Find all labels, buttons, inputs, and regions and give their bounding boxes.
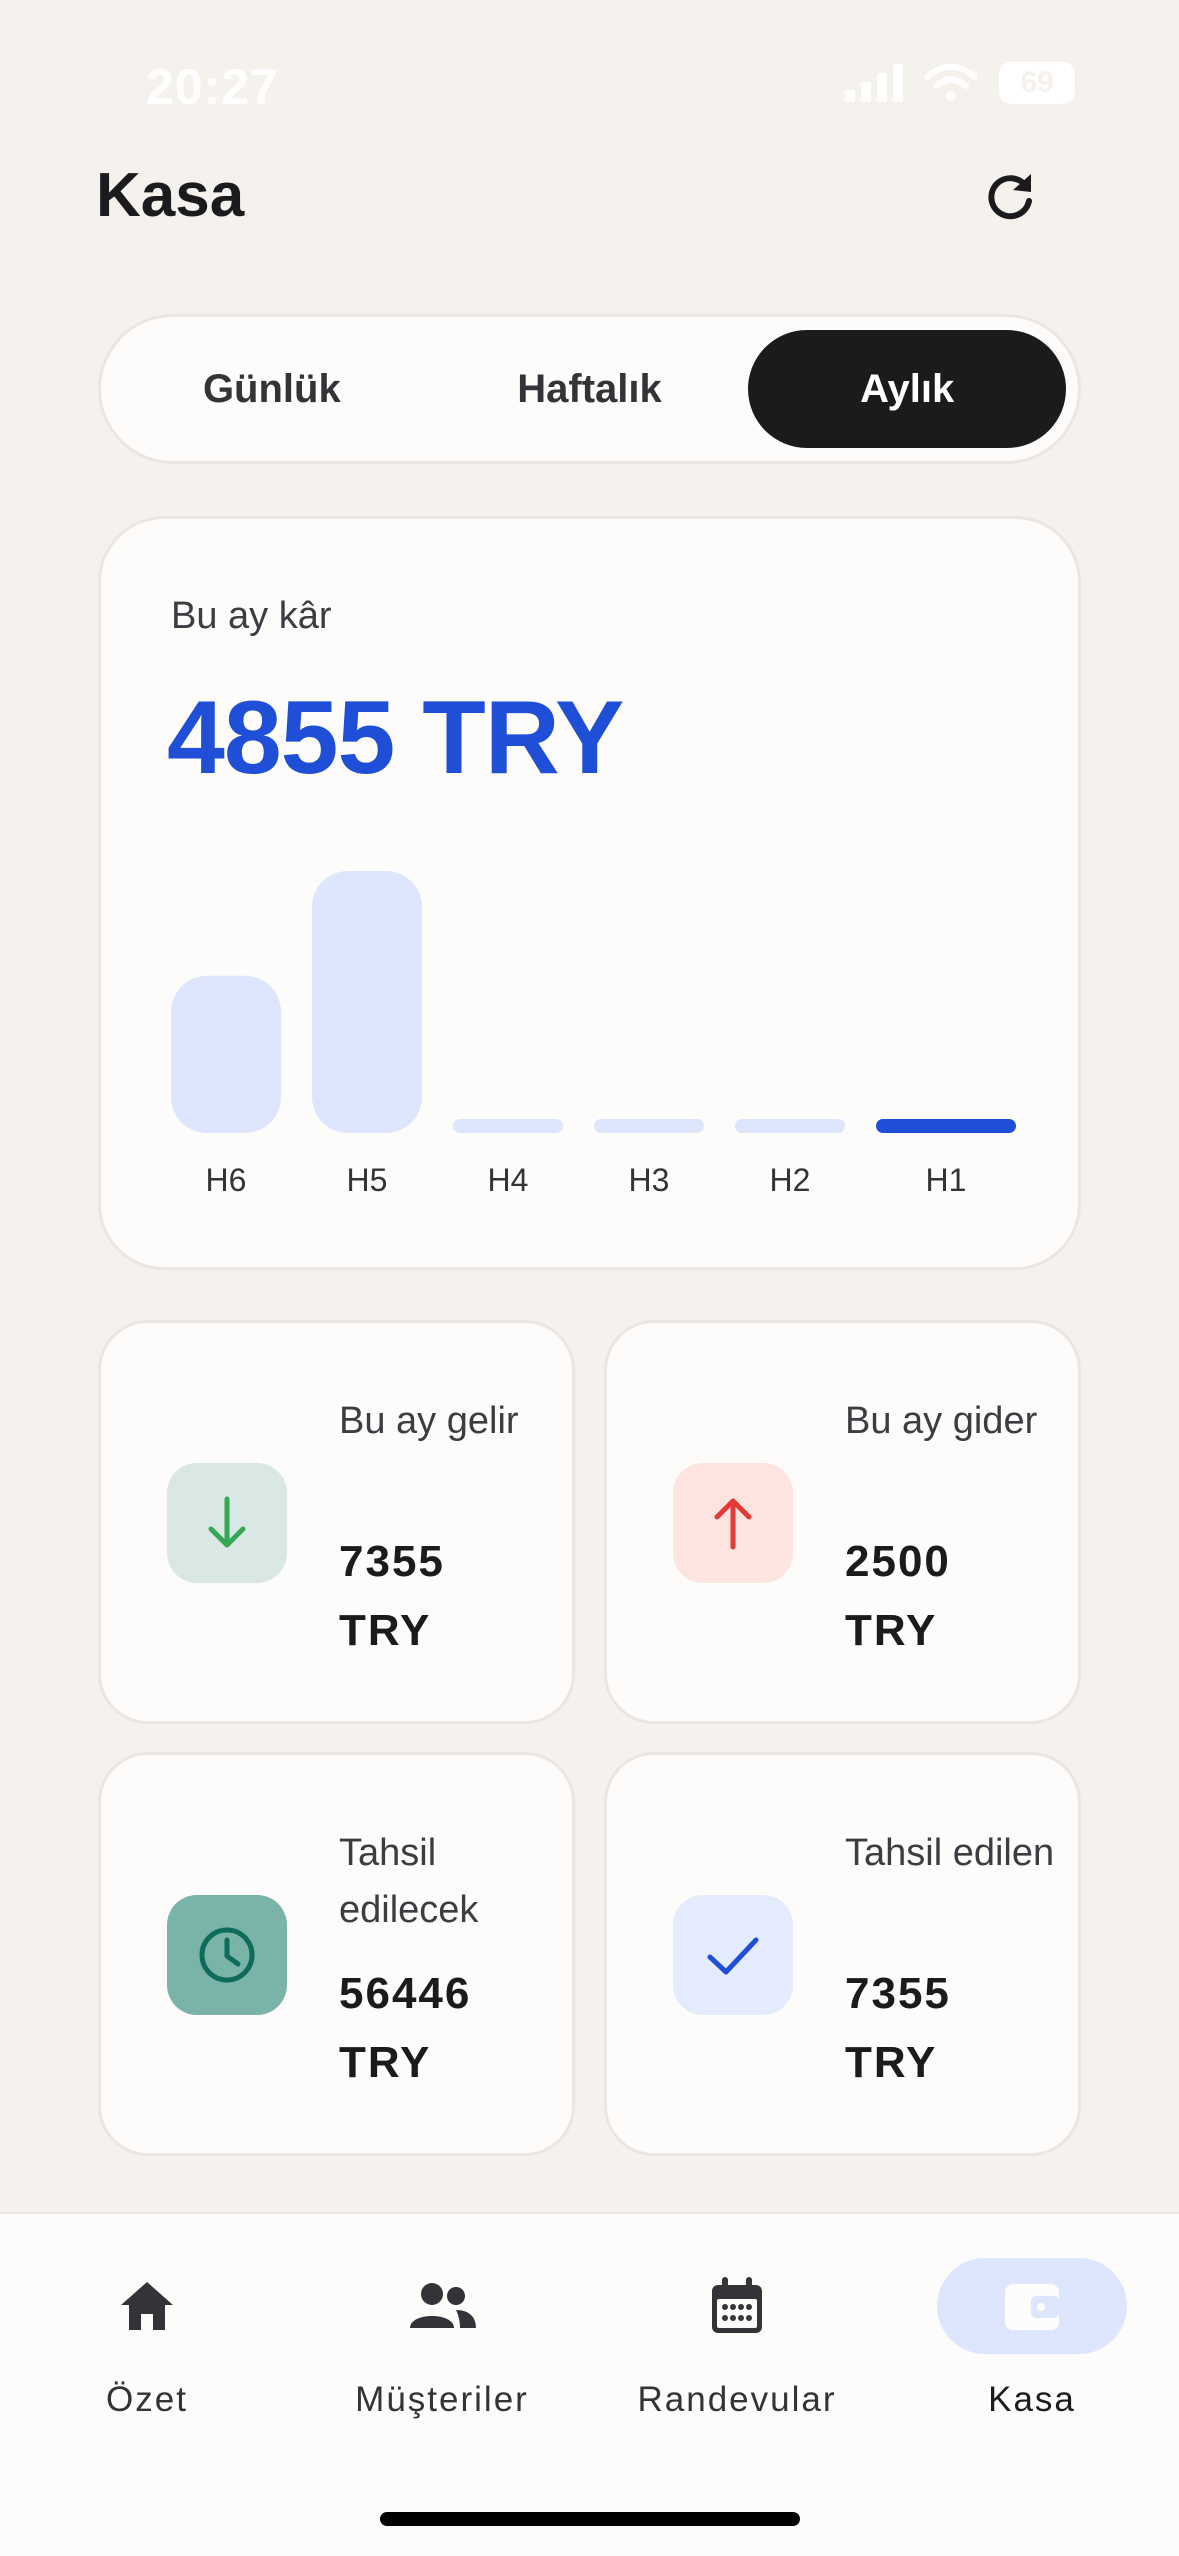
nav-item-randevular[interactable]: Randevular — [622, 2258, 852, 2419]
refresh-button[interactable] — [975, 160, 1047, 232]
bar-h5 — [312, 871, 422, 1133]
bar-label-h3: H3 — [629, 1162, 670, 1198]
profit-card: Bu ay kâr 4855 TRY H6 H5 H4 H3 H2 H1 — [98, 516, 1081, 1270]
receivable-value: 56446 TRY — [339, 1969, 472, 2087]
expense-value: 2500 TRY — [845, 1537, 951, 1655]
bar-h3 — [594, 1119, 704, 1133]
collected-icon-box — [673, 1895, 793, 2015]
tab-daily[interactable]: Günlük — [113, 330, 431, 448]
nav-item-musteriler[interactable]: Müşteriler — [327, 2258, 557, 2419]
home-indicator — [380, 2512, 800, 2526]
status-time: 20:27 — [146, 59, 279, 115]
tab-monthly[interactable]: Aylık — [748, 330, 1067, 448]
nav-label-kasa: Kasa — [988, 2380, 1076, 2419]
period-tabs: Günlük Haftalık Aylık — [98, 314, 1081, 464]
bar-label-h1: H1 — [926, 1162, 967, 1198]
bar-label-h6: H6 — [206, 1162, 247, 1198]
expense-icon-box — [673, 1463, 793, 1583]
screen: 20:27 69 Kasa Günlük Haftalık Aylık Bu a… — [0, 0, 1179, 2556]
nav-item-kasa[interactable]: Kasa — [917, 2258, 1147, 2419]
signal-icon — [845, 64, 903, 102]
people-icon — [410, 2283, 476, 2328]
income-label: Bu ay gelir — [339, 1400, 519, 1442]
bar-h2 — [735, 1119, 845, 1133]
refresh-icon — [988, 174, 1032, 220]
stat-card-receivable: Tahsil edilecek 56446 TRY — [98, 1752, 575, 2156]
status-icons: 69 — [845, 62, 1075, 104]
stat-card-collected: Tahsil edilen 7355 TRY — [604, 1752, 1081, 2156]
bar-h6 — [171, 975, 281, 1133]
bar-label-h4: H4 — [488, 1162, 529, 1198]
collected-value: 7355 TRY — [845, 1969, 951, 2087]
bottom-nav: Özet Müşteriler Randevular Kasa — [0, 2212, 1179, 2556]
bar-h4 — [453, 1119, 563, 1133]
income-value: 7355 TRY — [339, 1537, 445, 1655]
profit-chart: H6 H5 H4 H3 H2 H1 — [171, 871, 1016, 1198]
clock-icon — [199, 1927, 255, 1983]
page-title: Kasa — [96, 161, 245, 230]
stat-card-expense: Bu ay gider 2500 TRY — [604, 1320, 1081, 1724]
nav-icon-wrap — [347, 2258, 537, 2354]
expense-label: Bu ay gider — [845, 1400, 1038, 1442]
check-icon — [707, 1937, 759, 1975]
income-icon-box — [167, 1463, 287, 1583]
nav-label-randevular: Randevular — [637, 2380, 837, 2419]
home-icon — [121, 2282, 173, 2330]
receivable-icon-box — [167, 1895, 287, 2015]
collected-label: Tahsil edilen — [845, 1832, 1055, 1874]
wifi-icon — [925, 64, 977, 101]
wallet-icon — [1005, 2284, 1059, 2330]
receivable-label: Tahsil edilecek — [339, 1832, 479, 1931]
battery-indicator: 69 — [999, 62, 1075, 104]
bar-h1 — [876, 1119, 1016, 1133]
nav-icon-wrap — [52, 2258, 242, 2354]
nav-label-ozet: Özet — [106, 2380, 188, 2419]
bar-label-h2: H2 — [770, 1162, 811, 1198]
nav-item-ozet[interactable]: Özet — [32, 2258, 262, 2419]
calendar-icon — [712, 2277, 762, 2333]
nav-label-musteriler: Müşteriler — [355, 2380, 529, 2419]
arrow-up-icon — [714, 1498, 752, 1550]
bar-label-h5: H5 — [347, 1162, 388, 1198]
nav-icon-wrap — [937, 2258, 1127, 2354]
tab-weekly[interactable]: Haftalık — [431, 330, 749, 448]
arrow-down-icon — [208, 1496, 246, 1548]
stat-card-income: Bu ay gelir 7355 TRY — [98, 1320, 575, 1724]
nav-icon-wrap — [642, 2258, 832, 2354]
